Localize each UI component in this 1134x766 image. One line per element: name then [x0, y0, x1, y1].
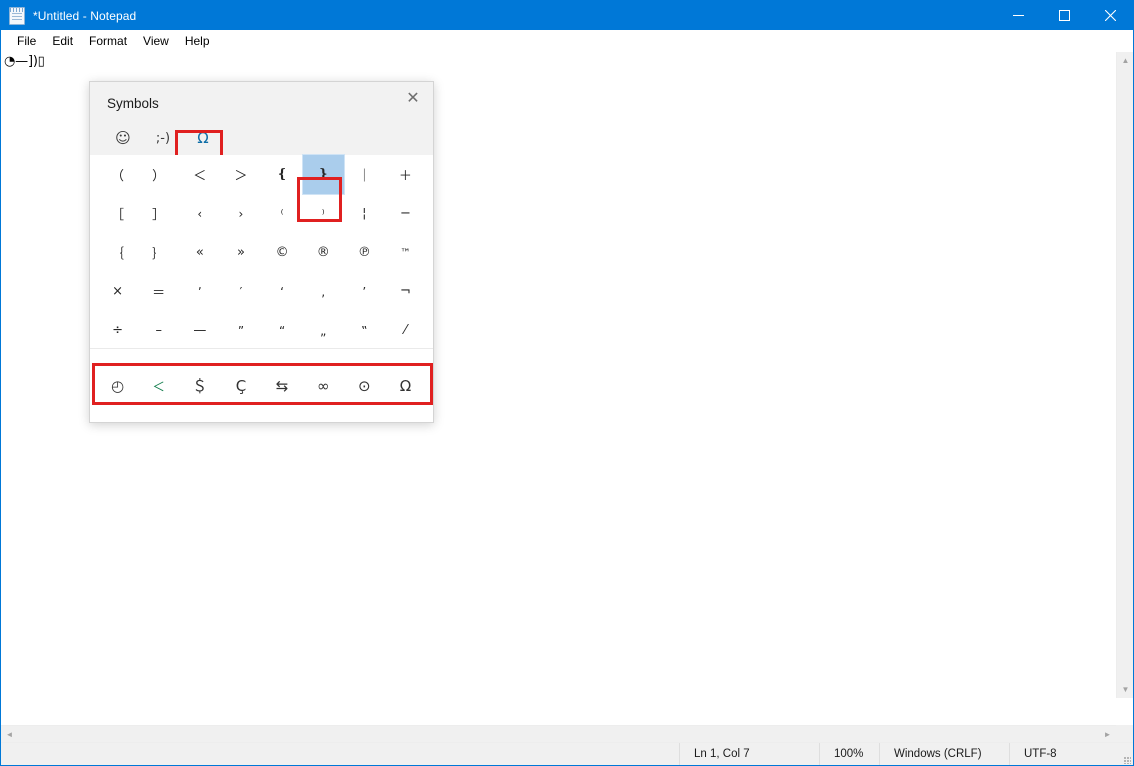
status-encoding[interactable]: UTF-8 — [1009, 742, 1119, 765]
scroll-left-icon[interactable]: ◄ — [1, 726, 18, 743]
grid-cell-30[interactable]: ’ — [344, 272, 385, 311]
menu-edit[interactable]: Edit — [44, 32, 81, 50]
grid-cell-19[interactable]: » — [220, 233, 261, 272]
grid-cell-34[interactable]: — — [179, 311, 220, 350]
grid-cell-23[interactable]: ™ — [385, 233, 426, 272]
grid-cell-25[interactable]: ＝ — [138, 272, 179, 311]
notepad-window: *Untitled - Notepad File Edit Format Vie… — [0, 0, 1134, 766]
menu-bar: File Edit Format View Help — [1, 30, 1133, 52]
scroll-up-icon[interactable]: ▲ — [1117, 52, 1133, 69]
grid-cell-33[interactable]: – — [138, 311, 179, 350]
grid-cell-15[interactable]: − — [385, 194, 426, 233]
grid-cell-39[interactable]: ⁄ — [385, 311, 426, 350]
grid-cell-20[interactable]: © — [262, 233, 303, 272]
title-bar: *Untitled - Notepad — [1, 1, 1133, 30]
horizontal-scrollbar[interactable]: ◄ ► — [1, 725, 1116, 742]
minimize-button[interactable] — [995, 1, 1041, 30]
close-button[interactable] — [1087, 1, 1133, 30]
vertical-scrollbar[interactable]: ▲ ▼ — [1116, 52, 1133, 698]
status-zoom-level[interactable]: 100% — [819, 742, 879, 765]
punctuation-icon[interactable]: ＜ — [138, 366, 179, 406]
grid-cell-6[interactable]: ｜ — [344, 155, 385, 194]
menu-view[interactable]: View — [135, 32, 177, 50]
editor-content: ◔—])▯ — [4, 54, 45, 69]
grid-cell-10[interactable]: ‹ — [179, 194, 220, 233]
grid-cell-29[interactable]: ‚ — [303, 272, 344, 311]
grid-cell-31[interactable]: ¬ — [385, 272, 426, 311]
math-icon[interactable]: ∞ — [303, 366, 344, 406]
recent-clock-icon[interactable]: ◴ — [97, 366, 138, 406]
grid-cell-9[interactable]: ］ — [138, 194, 179, 233]
grid-cell-2[interactable]: ＜ — [179, 155, 220, 194]
latin-icon[interactable]: Ç — [220, 366, 261, 406]
grid-cell-27[interactable]: ′ — [220, 272, 261, 311]
tab-kaomoji[interactable]: ;-) — [143, 123, 183, 153]
window-controls — [995, 1, 1133, 30]
grid-cell-7[interactable]: ＋ — [385, 155, 426, 194]
grid-cell-1[interactable]: ） — [138, 155, 179, 194]
tab-emoji[interactable]: ☺ — [103, 123, 143, 153]
grid-cell-4[interactable]: ❴ — [262, 155, 303, 194]
scroll-right-icon[interactable]: ► — [1099, 726, 1116, 743]
grid-cell-24[interactable]: × — [97, 272, 138, 311]
tab-symbols[interactable]: Ω — [183, 123, 223, 153]
status-cursor-position: Ln 1, Col 7 — [679, 742, 819, 765]
scroll-down-icon[interactable]: ▼ — [1117, 681, 1133, 698]
symbols-grid: （ ） ＜ ＞ ❴ ❵ ｜ ＋ ［ ］ ‹ › ⁽ ⁾ ¦ − ｛ ｝ « » … — [90, 154, 433, 350]
menu-file[interactable]: File — [9, 32, 44, 50]
currency-icon[interactable]: ＄ — [179, 366, 220, 406]
notepad-icon — [9, 6, 25, 25]
grid-cell-13[interactable]: ⁾ — [303, 194, 344, 233]
grid-cell-0[interactable]: （ — [97, 155, 138, 194]
symbols-panel-close-icon[interactable]: ✕ — [399, 86, 427, 110]
window-title: *Untitled - Notepad — [33, 8, 137, 23]
grid-cell-35[interactable]: ” — [220, 311, 261, 350]
menu-format[interactable]: Format — [81, 32, 135, 50]
grid-cell-11[interactable]: › — [220, 194, 261, 233]
status-line-ending[interactable]: Windows (CRLF) — [879, 742, 1009, 765]
resize-grip-icon[interactable] — [1119, 743, 1133, 766]
grid-cell-26[interactable]: ʼ — [179, 272, 220, 311]
grid-cell-37[interactable]: „ — [303, 311, 344, 350]
grid-cell-14[interactable]: ¦ — [344, 194, 385, 233]
greek-icon[interactable]: Ω — [385, 366, 426, 406]
scrollbar-corner — [1116, 725, 1133, 742]
menu-help[interactable]: Help — [177, 32, 218, 50]
grid-cell-12[interactable]: ⁽ — [262, 194, 303, 233]
status-bar: Ln 1, Col 7 100% Windows (CRLF) UTF-8 — [1, 742, 1133, 765]
grid-cell-18[interactable]: « — [179, 233, 220, 272]
maximize-button[interactable] — [1041, 1, 1087, 30]
grid-cell-28[interactable]: ‘ — [262, 272, 303, 311]
grid-cell-16[interactable]: ｛ — [97, 233, 138, 272]
grid-cell-36[interactable]: “ — [262, 311, 303, 350]
grid-cell-8[interactable]: ［ — [97, 194, 138, 233]
grid-cell-22[interactable]: ℗ — [344, 233, 385, 272]
grid-cell-3[interactable]: ＞ — [220, 155, 261, 194]
symbols-panel-tabs: ☺ ;-) Ω — [90, 123, 223, 153]
arrows-icon[interactable]: ⇆ — [262, 366, 303, 406]
grid-cell-ornate-close-brace[interactable]: ❵ — [301, 154, 345, 195]
grid-cell-17[interactable]: ｝ — [138, 233, 179, 272]
grid-cell-32[interactable]: ÷ — [97, 311, 138, 350]
geometric-icon[interactable]: ⊙ — [344, 366, 385, 406]
symbols-panel: Symbols ✕ ☺ ;-) Ω （ ） ＜ ＞ ❴ ❵ ｜ ＋ ［ ］ ‹ … — [89, 81, 434, 423]
category-bar: ◴ ＜ ＄ Ç ⇆ ∞ ⊙ Ω — [90, 348, 433, 422]
grid-cell-38[interactable]: ‟ — [344, 311, 385, 350]
grid-cell-21[interactable]: ® — [303, 233, 344, 272]
symbols-panel-title: Symbols — [107, 96, 159, 111]
symbols-panel-header: Symbols ✕ ☺ ;-) Ω — [90, 82, 433, 170]
